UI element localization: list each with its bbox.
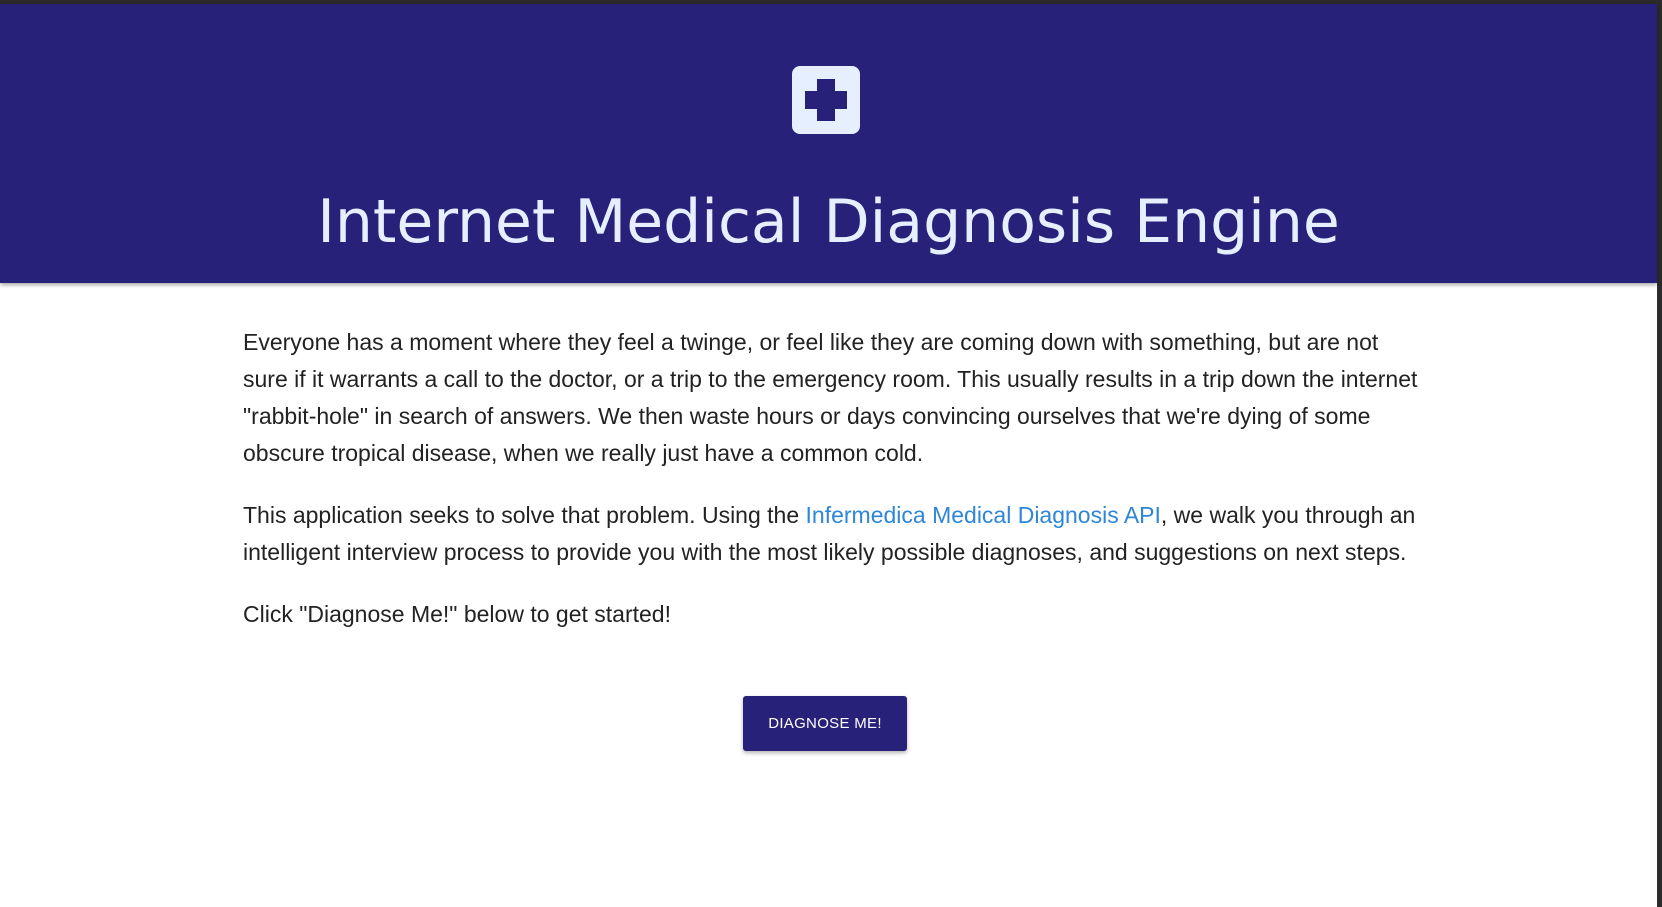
page-title: Internet Medical Diagnosis Engine <box>317 187 1340 257</box>
intro-paragraph-3: Click "Diagnose Me!" below to get starte… <box>243 601 671 627</box>
cross-horizontal-bar <box>805 91 847 109</box>
window-right-edge <box>1657 0 1662 907</box>
medical-cross-icon <box>792 66 860 134</box>
intro-content: Everyone has a moment where they feel a … <box>243 324 1418 658</box>
page-header: Internet Medical Diagnosis Engine <box>0 4 1657 283</box>
intro-paragraph-1: Everyone has a moment where they feel a … <box>243 329 1418 466</box>
diagnose-me-button[interactable]: DIAGNOSE ME! <box>743 696 907 751</box>
intro-paragraph-2: This application seeks to solve that pro… <box>243 497 1418 571</box>
infermedica-api-link[interactable]: Infermedica Medical Diagnosis API <box>806 502 1161 528</box>
page: Internet Medical Diagnosis Engine Everyo… <box>0 0 1662 907</box>
intro-paragraph-2-start: This application seeks to solve that pro… <box>243 502 806 528</box>
